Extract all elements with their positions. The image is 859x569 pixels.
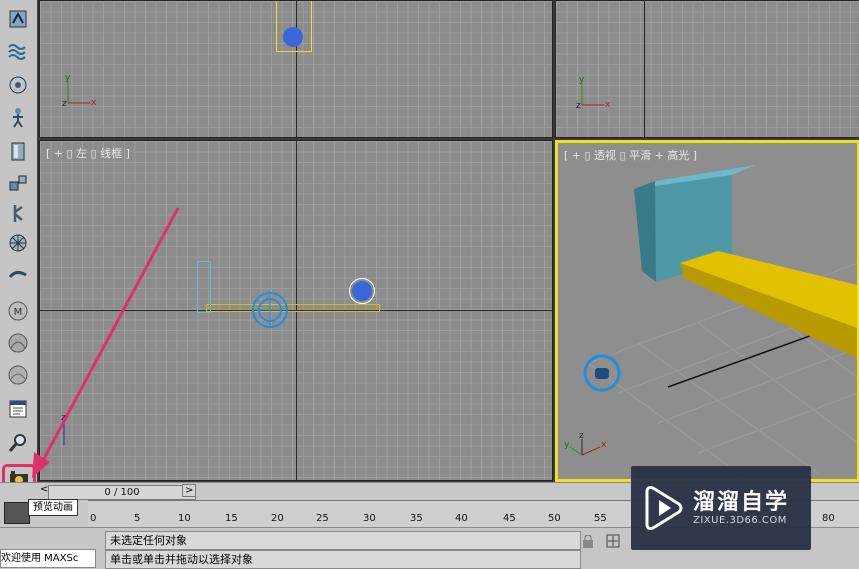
- tick-label: 30: [363, 513, 376, 524]
- viewport-front[interactable]: y x z: [555, 0, 859, 138]
- tick-label: 10: [178, 513, 191, 524]
- tick-label: 25: [316, 513, 329, 524]
- tick-label: 55: [594, 513, 607, 524]
- tick-label: 45: [503, 513, 516, 524]
- svg-text:y: y: [564, 440, 570, 450]
- film-icon[interactable]: [4, 502, 30, 524]
- tick-label: 40: [455, 513, 468, 524]
- svg-text:z: z: [579, 431, 584, 441]
- maxscript-listener[interactable]: 欢迎使用 MAXSc: [0, 549, 96, 568]
- axis-tripod: z y x: [564, 431, 607, 456]
- svg-text:y: y: [579, 75, 585, 85]
- tick-label: 35: [410, 513, 423, 524]
- preview-animation-tooltip: 预览动画: [28, 499, 78, 516]
- play-logo-icon: [645, 486, 683, 530]
- crosshair-icon[interactable]: [606, 533, 620, 548]
- tick-label: 15: [225, 513, 238, 524]
- watermark-title: 溜溜自学: [693, 490, 790, 515]
- prompt-line: 单击或单击并拖动以选择对象: [105, 550, 581, 569]
- tick-label: 80: [822, 513, 835, 524]
- viewport-perspective[interactable]: [ + ▯ 透视 ▯ 平滑 + 高光 ] z y x: [555, 140, 859, 482]
- svg-text:x: x: [601, 440, 607, 450]
- watermark-url: ZIXUE.3D66.COM: [693, 515, 787, 526]
- viewport-area: y x z y x z [ + ▯ 左 ▯ 线框 ] z [+ ▯ 透视 ▯ …: [32, 0, 859, 482]
- helper-sphere[interactable]: [349, 278, 375, 304]
- camera-gizmo[interactable]: [582, 353, 622, 393]
- selection-status: 未选定任何对象: [105, 531, 581, 550]
- helper-sphere[interactable]: [283, 27, 303, 47]
- tick-label: 0: [90, 513, 97, 524]
- time-slider[interactable]: 0 / 100: [48, 485, 196, 500]
- svg-text:x: x: [605, 100, 611, 110]
- annotation-arrow: [32, 207, 180, 478]
- timeline-next-button[interactable]: >: [182, 484, 197, 497]
- tick-label: 20: [271, 513, 284, 524]
- svg-text:z: z: [576, 101, 581, 111]
- watermark: 溜溜自学 ZIXUE.3D66.COM: [631, 466, 811, 550]
- lock-icon[interactable]: [582, 533, 594, 548]
- axis-tripod: y x z: [576, 75, 611, 111]
- yellow-plank[interactable]: [680, 251, 857, 358]
- tick-label: 5: [134, 513, 141, 524]
- tick-label: 50: [548, 513, 561, 524]
